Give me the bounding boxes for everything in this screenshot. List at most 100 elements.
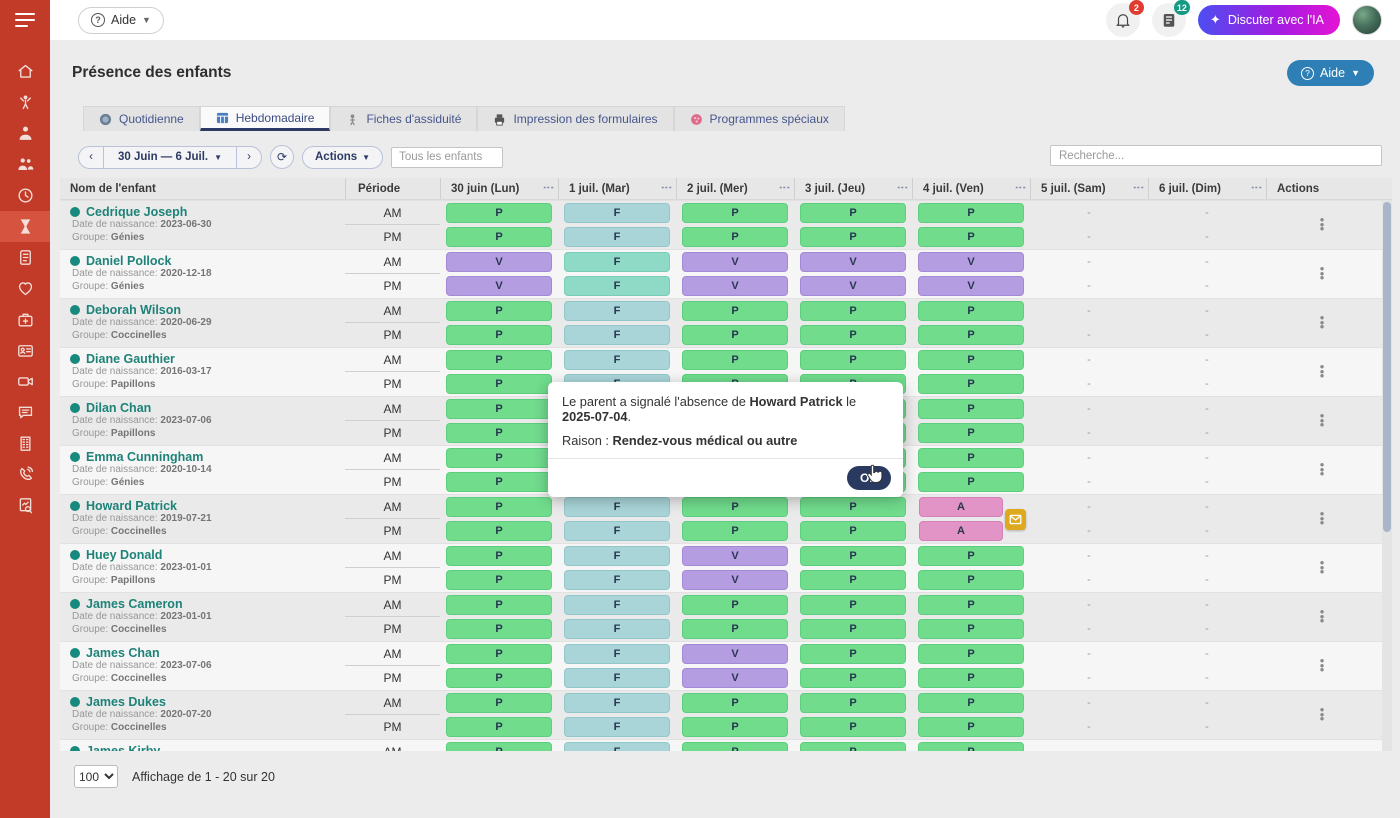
child-name-link[interactable]: Dilan Chan — [70, 401, 341, 415]
children-filter-input[interactable] — [391, 147, 503, 168]
status-cell-p[interactable]: P — [918, 546, 1024, 566]
menu-icon[interactable] — [0, 0, 50, 40]
status-cell-p[interactable]: P — [800, 717, 906, 737]
next-week-button[interactable]: › — [236, 146, 262, 169]
status-cell-v[interactable]: V — [682, 276, 788, 296]
column-menu-icon[interactable]: ⋮ — [1254, 182, 1258, 193]
column-menu-icon[interactable]: ⋮ — [664, 182, 668, 193]
status-cell-p[interactable]: P — [800, 301, 906, 321]
status-cell-p[interactable]: P — [918, 619, 1024, 639]
status-cell-f[interactable]: F — [564, 644, 670, 664]
status-cell-p[interactable]: P — [918, 423, 1024, 443]
status-cell-v[interactable]: V — [682, 644, 788, 664]
status-cell-v[interactable]: V — [918, 276, 1024, 296]
child-name-link[interactable]: James Chan — [70, 646, 341, 660]
status-cell-v[interactable]: V — [682, 252, 788, 272]
status-cell-f[interactable]: F — [564, 717, 670, 737]
date-range-dropdown[interactable]: 30 Juin — 6 Juil. ▼ — [104, 146, 236, 169]
status-cell-f[interactable]: F — [564, 693, 670, 713]
status-cell-p[interactable]: P — [682, 742, 788, 751]
avatar[interactable] — [1352, 5, 1382, 35]
status-cell-p[interactable]: P — [918, 350, 1024, 370]
row-menu-icon[interactable]: ••• — [1320, 218, 1325, 232]
status-cell-p[interactable]: P — [682, 521, 788, 541]
status-cell-p[interactable]: P — [918, 301, 1024, 321]
column-menu-icon[interactable]: ⋮ — [546, 182, 550, 193]
status-cell-f[interactable]: F — [564, 350, 670, 370]
child-name-link[interactable]: Emma Cunningham — [70, 450, 341, 464]
vertical-scrollbar[interactable] — [1382, 200, 1392, 751]
status-cell-p[interactable]: P — [800, 227, 906, 247]
status-cell-p[interactable]: P — [446, 374, 552, 394]
page-help-button[interactable]: ? Aide ▼ — [1287, 60, 1374, 86]
ai-chat-button[interactable]: ✦ Discuter avec l'IA — [1198, 5, 1340, 35]
status-cell-p[interactable]: P — [446, 227, 552, 247]
sidebar-item-staff[interactable] — [0, 118, 50, 149]
status-cell-p[interactable]: P — [446, 668, 552, 688]
sidebar-item-video-camera[interactable] — [0, 366, 50, 397]
status-cell-p[interactable]: P — [682, 595, 788, 615]
status-cell-p[interactable]: P — [446, 693, 552, 713]
status-cell-v[interactable]: V — [446, 276, 552, 296]
column-menu-icon[interactable]: ⋮ — [1136, 182, 1140, 193]
status-cell-v[interactable]: V — [682, 668, 788, 688]
row-menu-icon[interactable]: ••• — [1320, 414, 1325, 428]
status-cell-p[interactable]: P — [800, 595, 906, 615]
status-cell-p[interactable]: P — [682, 619, 788, 639]
sidebar-item-notes[interactable] — [0, 242, 50, 273]
child-name-link[interactable]: Deborah Wilson — [70, 303, 341, 317]
status-cell-p[interactable]: P — [918, 595, 1024, 615]
status-cell-p[interactable]: P — [682, 325, 788, 345]
tab-hebdomadaire[interactable]: Hebdomadaire — [200, 106, 331, 131]
status-cell-p[interactable]: P — [918, 742, 1024, 751]
status-cell-f[interactable]: F — [564, 252, 670, 272]
sidebar-item-building[interactable] — [0, 428, 50, 459]
status-cell-f[interactable]: F — [564, 203, 670, 223]
status-cell-p[interactable]: P — [446, 644, 552, 664]
child-name-link[interactable]: Cedrique Joseph — [70, 205, 341, 219]
child-name-link[interactable]: Daniel Pollock — [70, 254, 341, 268]
status-cell-p[interactable]: P — [800, 570, 906, 590]
status-cell-p[interactable]: P — [682, 497, 788, 517]
status-cell-p[interactable]: P — [800, 619, 906, 639]
status-cell-p[interactable]: P — [446, 742, 552, 751]
status-cell-p[interactable]: P — [446, 497, 552, 517]
sidebar-item-child[interactable] — [0, 87, 50, 118]
status-cell-f[interactable]: F — [564, 619, 670, 639]
sidebar-item-medical-kit[interactable] — [0, 304, 50, 335]
column-menu-icon[interactable]: ⋮ — [1018, 182, 1022, 193]
status-cell-f[interactable]: F — [564, 276, 670, 296]
row-menu-icon[interactable]: ••• — [1320, 267, 1325, 281]
status-cell-p[interactable]: P — [918, 203, 1024, 223]
status-cell-p[interactable]: P — [800, 693, 906, 713]
sidebar-item-home[interactable] — [0, 56, 50, 87]
notifications-button[interactable]: 2 — [1106, 3, 1140, 37]
ok-button[interactable]: OK — [847, 466, 891, 490]
status-cell-v[interactable]: V — [800, 252, 906, 272]
status-cell-p[interactable]: P — [446, 717, 552, 737]
scrollbar-thumb[interactable] — [1383, 202, 1391, 532]
child-name-link[interactable]: James Kirby — [70, 744, 341, 751]
status-cell-v[interactable]: V — [682, 546, 788, 566]
row-menu-icon[interactable]: ••• — [1320, 463, 1325, 477]
status-cell-p[interactable]: P — [446, 570, 552, 590]
tab-fiches-d-assiduit-[interactable]: Fiches d'assiduité — [330, 106, 477, 131]
status-cell-p[interactable]: P — [682, 350, 788, 370]
status-cell-f[interactable]: F — [564, 668, 670, 688]
column-menu-icon[interactable]: ⋮ — [900, 182, 904, 193]
status-cell-p[interactable]: P — [800, 203, 906, 223]
status-cell-a[interactable]: A — [919, 497, 1003, 517]
status-cell-p[interactable]: P — [918, 717, 1024, 737]
help-dropdown[interactable]: ? Aide ▼ — [78, 7, 164, 34]
status-cell-p[interactable]: P — [800, 546, 906, 566]
status-cell-p[interactable]: P — [446, 595, 552, 615]
row-menu-icon[interactable]: ••• — [1320, 610, 1325, 624]
status-cell-p[interactable]: P — [446, 448, 552, 468]
status-cell-p[interactable]: P — [446, 399, 552, 419]
status-cell-p[interactable]: P — [918, 644, 1024, 664]
status-cell-f[interactable]: F — [564, 742, 670, 751]
tab-impression-des-formulaires[interactable]: Impression des formulaires — [477, 106, 673, 131]
row-menu-icon[interactable]: ••• — [1320, 512, 1325, 526]
status-cell-p[interactable]: P — [446, 546, 552, 566]
search-input[interactable] — [1050, 145, 1382, 166]
